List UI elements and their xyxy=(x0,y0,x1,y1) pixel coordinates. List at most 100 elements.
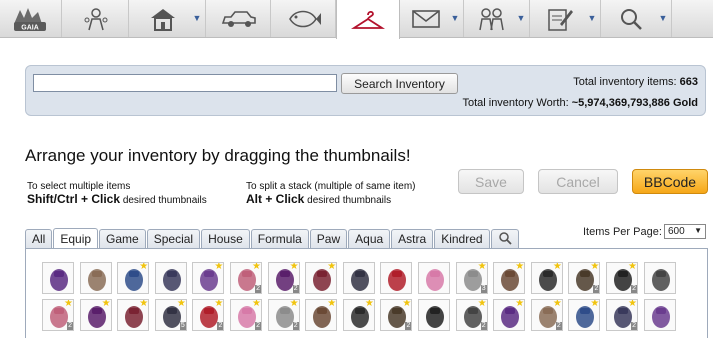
dark-mask-item[interactable]: ★ xyxy=(79,299,112,331)
tab-astra[interactable]: Astra xyxy=(391,229,434,248)
item-thumbnail-icon xyxy=(426,269,444,291)
nav-inventory-button[interactable] xyxy=(336,0,400,39)
black-boots-item[interactable]: ★ 2 xyxy=(267,299,300,331)
black-feather-item[interactable]: ★ xyxy=(530,262,563,294)
stack-count-badge: 2 xyxy=(292,285,299,293)
tab-house[interactable]: House xyxy=(201,229,250,248)
split-stack-suffix: desired thumbnails xyxy=(307,195,392,206)
gaia-logo-button[interactable]: GAIA xyxy=(0,0,62,37)
nav-mail-button[interactable]: ▼ xyxy=(401,0,464,37)
star-icon: ★ xyxy=(628,262,637,272)
pink-sprite-item[interactable]: ★ 2 xyxy=(230,262,262,294)
nav-fish-button[interactable] xyxy=(272,0,336,37)
tab-formula[interactable]: Formula xyxy=(250,229,309,248)
pixel-dog-item[interactable]: ★ 2 xyxy=(230,299,262,331)
items-per-page-select[interactable]: 600 ▼ xyxy=(664,224,706,239)
stack-count-badge: 2 xyxy=(593,285,600,293)
black-hanger-item[interactable] xyxy=(643,299,676,331)
red-shirt-item[interactable]: ★ 5 xyxy=(154,299,187,331)
striped-shirt-item[interactable]: ★ xyxy=(305,299,338,331)
search-inventory-button[interactable]: Search Inventory xyxy=(341,73,458,94)
stone-wings-item[interactable]: ★ 2 xyxy=(606,299,638,331)
purple-wings-item[interactable]: ★ xyxy=(192,262,225,294)
dark-bush-item[interactable] xyxy=(342,262,375,294)
inventory-tabs: All Equip Game Special House Formula Paw… xyxy=(25,228,520,249)
coat-hanger-item[interactable] xyxy=(643,262,676,294)
star-icon: ★ xyxy=(515,262,525,272)
blue-pants-item[interactable]: ★ xyxy=(117,262,150,294)
nav-friends-button[interactable]: ▼ xyxy=(465,0,530,37)
nav-forums-button[interactable]: ▼ xyxy=(531,0,601,37)
friends-icon xyxy=(476,6,506,32)
feather-quill-item[interactable]: ★ 2 xyxy=(42,299,74,331)
star-icon: ★ xyxy=(552,262,562,272)
brown-bug-item[interactable]: ★ xyxy=(493,262,526,294)
mail-menu-arrow-icon[interactable]: ▼ xyxy=(449,11,461,25)
friends-menu-arrow-icon[interactable]: ▼ xyxy=(515,11,527,25)
star-icon: ★ xyxy=(252,299,261,309)
split-stack-tip-line1: To split a stack xyxy=(246,181,312,192)
silver-gear-item[interactable]: ★ 2 xyxy=(380,299,413,331)
nav-house-button[interactable]: ▼ xyxy=(130,0,206,37)
purple-hair-item[interactable]: ★ 2 xyxy=(267,262,300,294)
stack-count-badge: 3 xyxy=(480,285,487,293)
hanger-icon xyxy=(351,8,385,32)
cancel-button[interactable]: Cancel xyxy=(538,169,618,194)
tab-kindred[interactable]: Kindred xyxy=(434,229,490,248)
red-bauble-item[interactable] xyxy=(380,262,413,294)
dark-claws-item[interactable] xyxy=(154,262,187,294)
antlers-item[interactable] xyxy=(79,262,112,294)
pink-portrait-item[interactable] xyxy=(418,262,450,294)
star-icon: ★ xyxy=(101,299,111,309)
grey-figure-item[interactable]: ★ xyxy=(568,299,601,331)
tab-search[interactable] xyxy=(490,229,519,248)
item-thumbnail-icon xyxy=(87,269,106,291)
svg-text:GAIA: GAIA xyxy=(21,24,39,31)
dark-sprite-item[interactable]: ★ xyxy=(342,299,375,331)
star-icon: ★ xyxy=(64,299,73,309)
search-menu-arrow-icon[interactable]: ▼ xyxy=(657,11,669,25)
nav-car-button[interactable] xyxy=(207,0,271,37)
nav-avatar-button[interactable] xyxy=(63,0,129,37)
forums-menu-arrow-icon[interactable]: ▼ xyxy=(586,11,598,25)
stack-count-badge: 5 xyxy=(179,322,186,330)
inventory-search-input[interactable] xyxy=(33,74,337,92)
house-menu-arrow-icon[interactable]: ▼ xyxy=(191,11,203,25)
total-worth-text: Total inventory Worth: ~5,974,369,793,88… xyxy=(462,97,698,109)
beetle-item[interactable]: ★ 2 xyxy=(568,262,601,294)
star-icon: ★ xyxy=(327,299,337,309)
star-icon: ★ xyxy=(402,299,412,309)
white-dress-item[interactable]: ★ 2 xyxy=(192,299,225,331)
arrange-heading: Arrange your inventory by dragging the t… xyxy=(25,146,411,165)
split-stack-keys: Alt + Click xyxy=(246,192,305,206)
creature-item[interactable]: ★ 3 xyxy=(455,262,488,294)
stack-count-badge: 2 xyxy=(555,322,562,330)
tab-special[interactable]: Special xyxy=(146,229,201,248)
item-thumbnail-icon xyxy=(651,306,670,328)
stack-count-badge: 2 xyxy=(480,322,487,330)
inventory-search-panel: Search Inventory Total inventory items: … xyxy=(25,65,706,116)
red-cap-item[interactable]: ★ xyxy=(305,262,338,294)
items-per-page-label: Items Per Page: xyxy=(583,226,662,238)
split-stack-tip: To split a stack (multiple of same item)… xyxy=(246,180,416,207)
gaia-logo-icon: GAIA xyxy=(8,4,54,34)
tab-game[interactable]: Game xyxy=(99,229,146,248)
total-items-label: Total inventory items: xyxy=(573,76,677,88)
skull-mask-item[interactable]: ★ 2 xyxy=(455,299,488,331)
star-icon: ★ xyxy=(477,299,487,309)
black-horns-item[interactable]: ★ xyxy=(493,299,526,331)
bbcode-button[interactable]: BBCode xyxy=(632,169,708,194)
tab-all[interactable]: All xyxy=(25,229,53,248)
star-icon: ★ xyxy=(176,299,186,309)
tab-aqua[interactable]: Aqua xyxy=(348,229,391,248)
tab-paw[interactable]: Paw xyxy=(309,229,348,248)
tab-equip[interactable]: Equip xyxy=(53,228,99,249)
black-cat-item[interactable]: ★ 2 xyxy=(530,299,563,331)
black-bird-item[interactable]: ★ 2 xyxy=(606,262,638,294)
save-button[interactable]: Save xyxy=(458,169,524,194)
nav-search-button[interactable]: ▼ xyxy=(602,0,672,37)
stack-count-badge: 2 xyxy=(255,322,261,330)
purple-crystal-item[interactable] xyxy=(42,262,74,294)
red-hat-item[interactable]: ★ xyxy=(117,299,150,331)
red-orb-item[interactable] xyxy=(418,299,450,331)
